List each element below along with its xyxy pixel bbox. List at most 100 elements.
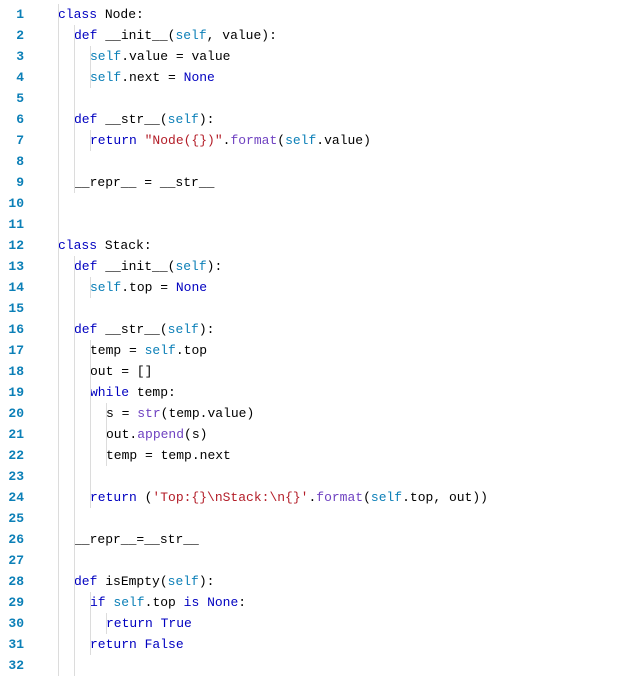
indent-guide [74,298,75,319]
token-p: ) [246,406,254,421]
token-p: ( [160,322,168,337]
token-p: , [433,490,449,505]
indent-guide [58,46,59,67]
code-line[interactable]: return "Node({})".format(self.value) [34,130,619,151]
token-n: out [106,427,129,442]
code-editor: 1234567891011121314151617181920212223242… [0,0,619,676]
code-line[interactable] [34,88,619,109]
code-line[interactable]: def __init__(self, value): [34,25,619,46]
line-number: 24 [0,487,24,508]
line-number: 10 [0,193,24,214]
code-line[interactable]: out.append(s) [34,424,619,445]
token-n: out [90,364,113,379]
token-sf: self [168,322,199,337]
indent-guide [58,634,59,655]
token-n: value [129,49,168,64]
code-line[interactable]: while temp: [34,382,619,403]
token-p: = [168,49,191,64]
code-line[interactable]: def isEmpty(self): [34,571,619,592]
code-line[interactable]: __repr__=__str__ [34,529,619,550]
indent-guide [58,424,59,445]
token-sf: self [175,259,206,274]
token-p: ): [261,28,277,43]
token-p: ( [184,427,192,442]
line-number: 6 [0,109,24,130]
indent-guide [74,88,75,109]
code-line[interactable] [34,193,619,214]
indent-guide [90,466,91,487]
code-line[interactable]: class Stack: [34,235,619,256]
indent-guide [58,403,59,424]
code-line[interactable]: def __str__(self): [34,319,619,340]
token-p: = [] [113,364,152,379]
token-n: temp [106,448,137,463]
token-p: ): [199,574,215,589]
token-p: ): [199,112,215,127]
token-n: isEmpty [105,574,160,589]
line-number: 30 [0,613,24,634]
code-line[interactable]: class Node: [34,4,619,25]
token-k: return [90,490,145,505]
token-k: while [90,385,137,400]
token-p: = [121,343,144,358]
indent-guide [74,424,75,445]
token-n: temp [161,448,192,463]
code-line[interactable] [34,214,619,235]
indent-guide [74,592,75,613]
indent-guide [74,361,75,382]
token-n: temp [168,406,199,421]
indent-guide [58,25,59,46]
token-n: __init__ [105,28,167,43]
token-const: False [145,637,184,652]
token-p: : [144,238,152,253]
code-line[interactable]: if self.top is None: [34,592,619,613]
token-sf: self [90,49,121,64]
line-number: 18 [0,361,24,382]
code-line[interactable]: out = [] [34,361,619,382]
indent-guide [74,67,75,88]
code-line[interactable] [34,655,619,676]
token-call: append [137,427,184,442]
code-line[interactable] [34,508,619,529]
line-number: 14 [0,277,24,298]
line-number: 5 [0,88,24,109]
indent-guide [58,298,59,319]
line-number: 12 [0,235,24,256]
token-n: temp [90,343,121,358]
line-number: 25 [0,508,24,529]
line-number: 23 [0,466,24,487]
code-area[interactable]: class Node:def __init__(self, value):sel… [34,0,619,676]
code-line[interactable] [34,550,619,571]
code-line[interactable]: self.next = None [34,67,619,88]
code-line[interactable]: self.value = value [34,46,619,67]
code-line[interactable]: self.top = None [34,277,619,298]
token-n: out [449,490,472,505]
code-line[interactable]: temp = temp.next [34,445,619,466]
token-p: : [238,595,246,610]
indent-guide [74,508,75,529]
line-number: 22 [0,445,24,466]
code-line[interactable]: s = str(temp.value) [34,403,619,424]
code-line[interactable]: def __str__(self): [34,109,619,130]
token-p: . [176,343,184,358]
code-line[interactable]: def __init__(self): [34,256,619,277]
code-line[interactable]: return True [34,613,619,634]
code-line[interactable] [34,298,619,319]
code-line[interactable]: return ('Top:{}\nStack:\n{}'.format(self… [34,487,619,508]
token-n: top [152,595,175,610]
line-number: 16 [0,319,24,340]
code-line[interactable] [34,466,619,487]
token-const: None [207,595,238,610]
indent-guide [90,613,91,634]
indent-guide [90,403,91,424]
code-line[interactable]: __repr__ = __str__ [34,172,619,193]
code-line[interactable]: return False [34,634,619,655]
token-p: , [207,28,223,43]
code-line[interactable]: temp = self.top [34,340,619,361]
indent-guide [74,130,75,151]
token-sf: self [90,280,121,295]
indent-guide [58,445,59,466]
code-line[interactable] [34,151,619,172]
indent-guide [58,487,59,508]
token-call: format [230,133,277,148]
